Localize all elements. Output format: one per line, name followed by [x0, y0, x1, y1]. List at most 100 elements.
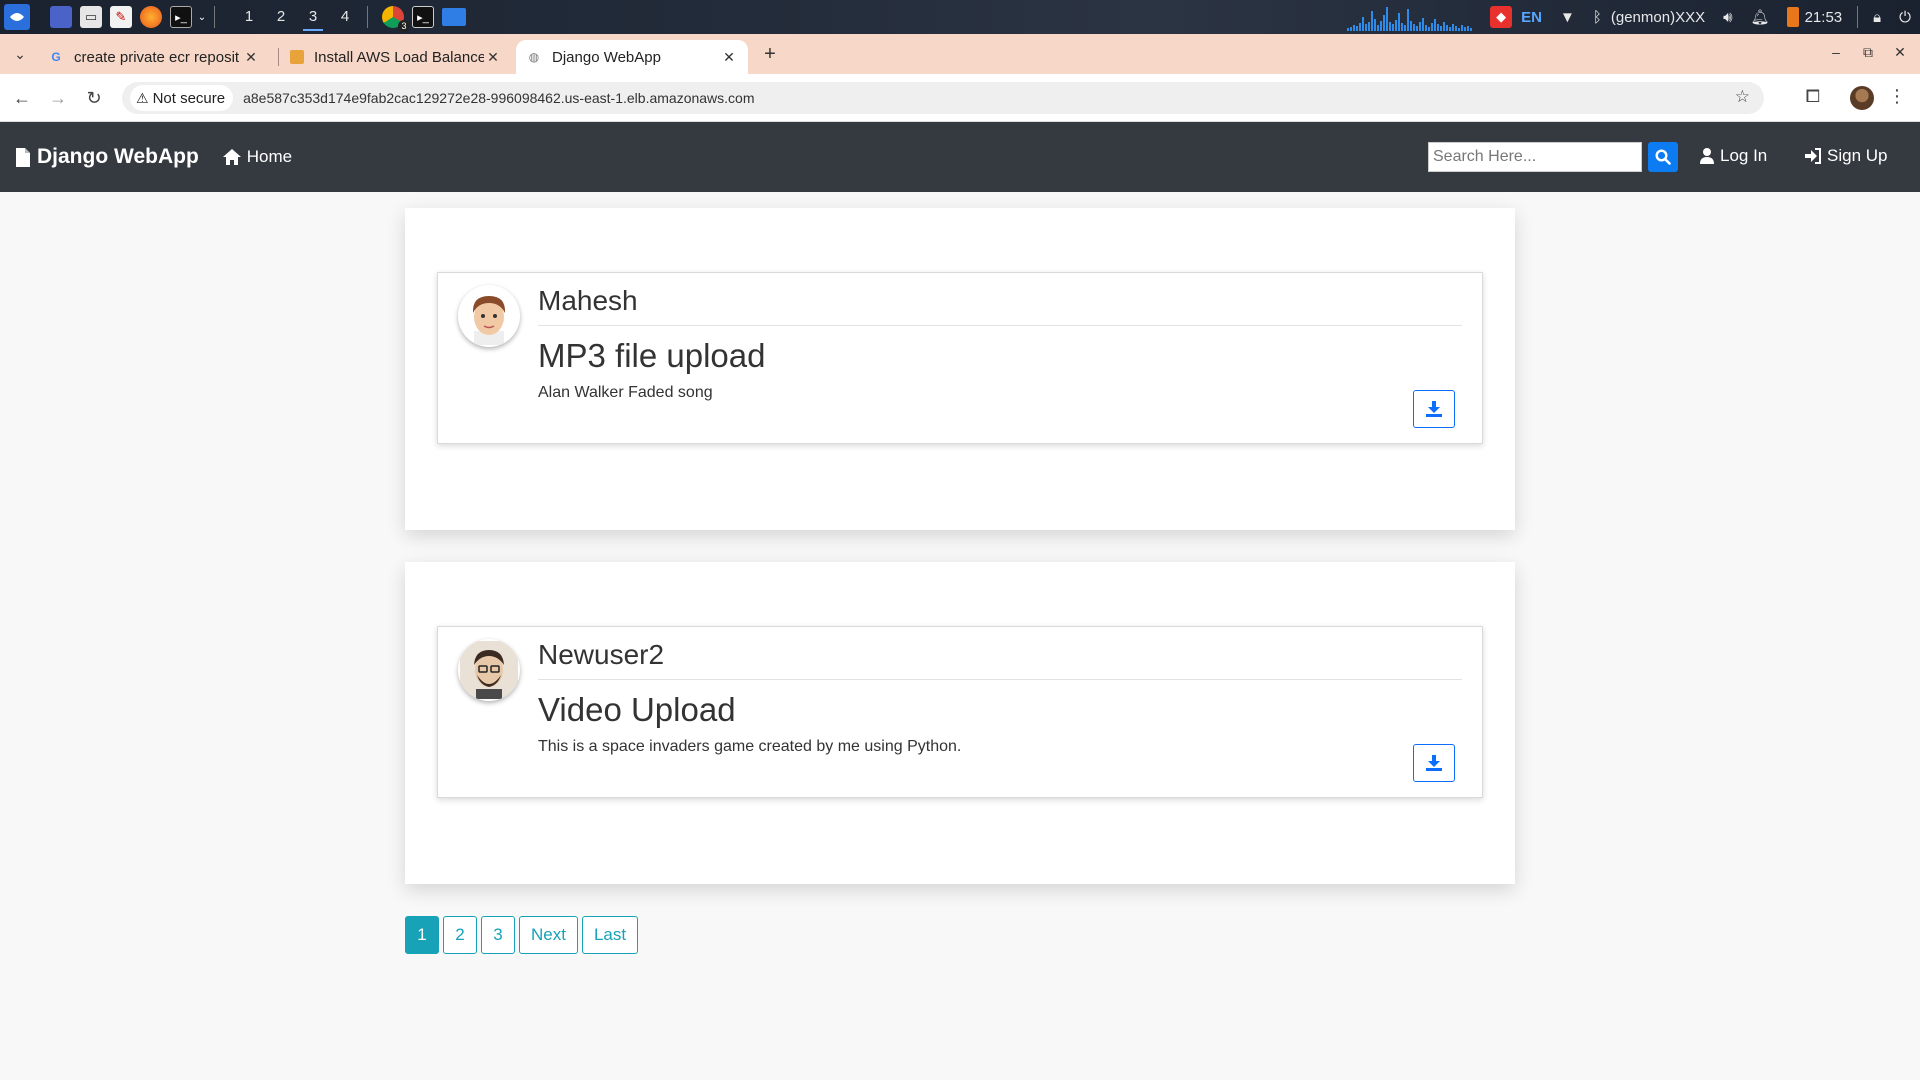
- battery-icon[interactable]: [1786, 7, 1799, 27]
- url-text[interactable]: a8e587c353d174e9fab2cac129272e28-9960984…: [243, 90, 754, 106]
- tab-django-webapp[interactable]: ◍ Django WebApp ✕: [516, 40, 748, 74]
- os-taskbar: ▭ ✎ ▸_ ⌄ 1 2 3 4 3 ▸_ ◆ EN ▼ ᛒ (genmon)X…: [0, 0, 1920, 34]
- brand-link[interactable]: Django WebApp: [16, 145, 199, 169]
- cpu-graph-bar: [1437, 24, 1440, 31]
- anydesk-icon[interactable]: ◆: [1490, 6, 1513, 28]
- search-icon: [1655, 149, 1671, 165]
- reload-icon[interactable]: ↻: [82, 86, 106, 110]
- cpu-graph-bar: [1428, 27, 1431, 31]
- bookmark-star-icon[interactable]: ☆: [1735, 87, 1750, 107]
- app-menu-icon[interactable]: [4, 4, 30, 30]
- post-description: This is a space invaders game created by…: [538, 738, 962, 755]
- extensions-puzzle-icon[interactable]: ⧠: [1806, 86, 1820, 107]
- nav-home-link[interactable]: Home: [222, 147, 292, 167]
- cpu-graph-bar: [1389, 22, 1392, 31]
- post-media: Mahesh MP3 file upload Alan Walker Faded…: [437, 272, 1483, 444]
- cpu-graph-bar: [1353, 25, 1356, 31]
- cpu-graph-bar: [1413, 24, 1416, 31]
- terminal-window-icon[interactable]: ▸_: [412, 6, 434, 28]
- minimize-icon[interactable]: –: [1826, 44, 1846, 60]
- cpu-graph-bar: [1449, 27, 1452, 31]
- cartoon-man-avatar-icon: [472, 296, 506, 345]
- volume-icon[interactable]: 🔊︎: [1723, 9, 1732, 26]
- login-label: Log In: [1720, 146, 1768, 165]
- post-description: Alan Walker Faded song: [538, 384, 713, 401]
- tab-close-icon[interactable]: ✕: [242, 49, 260, 66]
- cpu-graph-bar: [1470, 28, 1473, 31]
- cpu-graph-bar: [1404, 25, 1407, 31]
- cpu-graph-bar: [1347, 28, 1350, 31]
- search-input[interactable]: [1428, 142, 1642, 172]
- author-avatar[interactable]: [458, 285, 520, 347]
- cpu-graph-bar: [1362, 17, 1365, 31]
- post-author[interactable]: Newuser2: [538, 639, 664, 671]
- tab-title: create private ecr reposit: [74, 48, 240, 66]
- lock-icon[interactable]: 🔒︎: [1873, 9, 1881, 26]
- workspace-3[interactable]: 3: [297, 0, 329, 34]
- terminal-icon[interactable]: ▸_: [170, 6, 192, 28]
- firefox-icon[interactable]: [140, 6, 162, 28]
- cpu-graph-bar: [1416, 26, 1419, 31]
- cpu-graph-bar: [1431, 23, 1434, 31]
- cpu-graph-bar: [1350, 27, 1353, 31]
- cpu-graph-bar: [1440, 26, 1443, 31]
- cpu-graph-bar: [1392, 24, 1395, 31]
- page-1-button[interactable]: 1: [405, 916, 439, 954]
- workspace-2[interactable]: 2: [265, 0, 297, 34]
- cpu-graph-bar: [1395, 20, 1398, 31]
- search-button[interactable]: [1648, 142, 1678, 172]
- keyboard-layout[interactable]: EN: [1521, 9, 1542, 26]
- workspace-4[interactable]: 4: [329, 0, 361, 34]
- cpu-graph-bar: [1374, 19, 1377, 31]
- last-page-button[interactable]: Last: [581, 916, 639, 954]
- workspace-1[interactable]: 1: [233, 0, 265, 34]
- tab-close-icon[interactable]: ✕: [720, 49, 738, 66]
- tab-search-chevron-icon[interactable]: ⌄: [8, 42, 32, 66]
- globe-icon: ◍: [528, 50, 540, 64]
- cpu-graph-bar: [1359, 23, 1362, 31]
- restore-icon[interactable]: ⧉: [1858, 44, 1878, 61]
- page-2-button[interactable]: 2: [443, 916, 477, 954]
- aws-docs-icon: [290, 50, 304, 64]
- bluetooth-icon[interactable]: ᛒ: [1593, 9, 1602, 26]
- power-icon[interactable]: ⏻: [1899, 9, 1911, 26]
- document-viewer-icon[interactable]: ✎: [110, 6, 132, 28]
- address-bar[interactable]: ⚠ Not secure a8e587c353d174e9fab2cac1292…: [122, 82, 1764, 114]
- security-indicator[interactable]: ⚠ Not secure: [130, 85, 234, 111]
- back-arrow-icon[interactable]: ←: [10, 86, 34, 110]
- tab-aws-lb[interactable]: Install AWS Load Balance ✕: [280, 40, 512, 74]
- signup-link[interactable]: Sign Up: [1805, 146, 1887, 166]
- new-tab-plus-icon[interactable]: +: [758, 42, 782, 66]
- wifi-icon[interactable]: ▼: [1560, 9, 1575, 26]
- download-button[interactable]: [1413, 390, 1455, 428]
- next-page-button[interactable]: Next: [519, 916, 578, 954]
- download-button[interactable]: [1413, 744, 1455, 782]
- post-author[interactable]: Mahesh: [538, 285, 638, 317]
- chevron-down-icon[interactable]: ⌄: [196, 6, 208, 28]
- window-close-icon[interactable]: ✕: [1890, 44, 1910, 61]
- chrome-icon[interactable]: 3: [382, 6, 410, 32]
- tab-close-icon[interactable]: ✕: [484, 49, 502, 66]
- notification-bell-icon[interactable]: 🔔︎: [1751, 8, 1770, 26]
- login-link[interactable]: Log In: [1700, 146, 1767, 166]
- folder-icon[interactable]: [442, 8, 466, 26]
- cpu-graph-bar: [1380, 21, 1383, 31]
- post-title[interactable]: MP3 file upload: [538, 337, 765, 375]
- page-3-button[interactable]: 3: [481, 916, 515, 954]
- desktop-icon[interactable]: [50, 6, 72, 28]
- file-manager-icon[interactable]: ▭: [80, 6, 102, 28]
- warning-triangle-icon: ⚠: [136, 89, 149, 106]
- cpu-graph-bar: [1422, 18, 1425, 31]
- browser-menu-icon[interactable]: ⋮: [1888, 86, 1906, 107]
- bearded-man-avatar-icon: [460, 641, 518, 699]
- forward-arrow-icon[interactable]: →: [46, 86, 70, 110]
- security-label: Not secure: [152, 89, 226, 107]
- post-media: Newuser2 Video Upload This is a space in…: [437, 626, 1483, 798]
- profile-avatar-icon[interactable]: [1850, 86, 1874, 110]
- clock[interactable]: 21:53: [1805, 9, 1843, 26]
- post-title[interactable]: Video Upload: [538, 691, 736, 729]
- author-avatar[interactable]: [458, 639, 520, 701]
- tab-ecr[interactable]: G create private ecr reposit ✕: [38, 40, 270, 74]
- signup-label: Sign Up: [1827, 146, 1888, 165]
- genmon-label: (genmon)XXX: [1610, 8, 1706, 26]
